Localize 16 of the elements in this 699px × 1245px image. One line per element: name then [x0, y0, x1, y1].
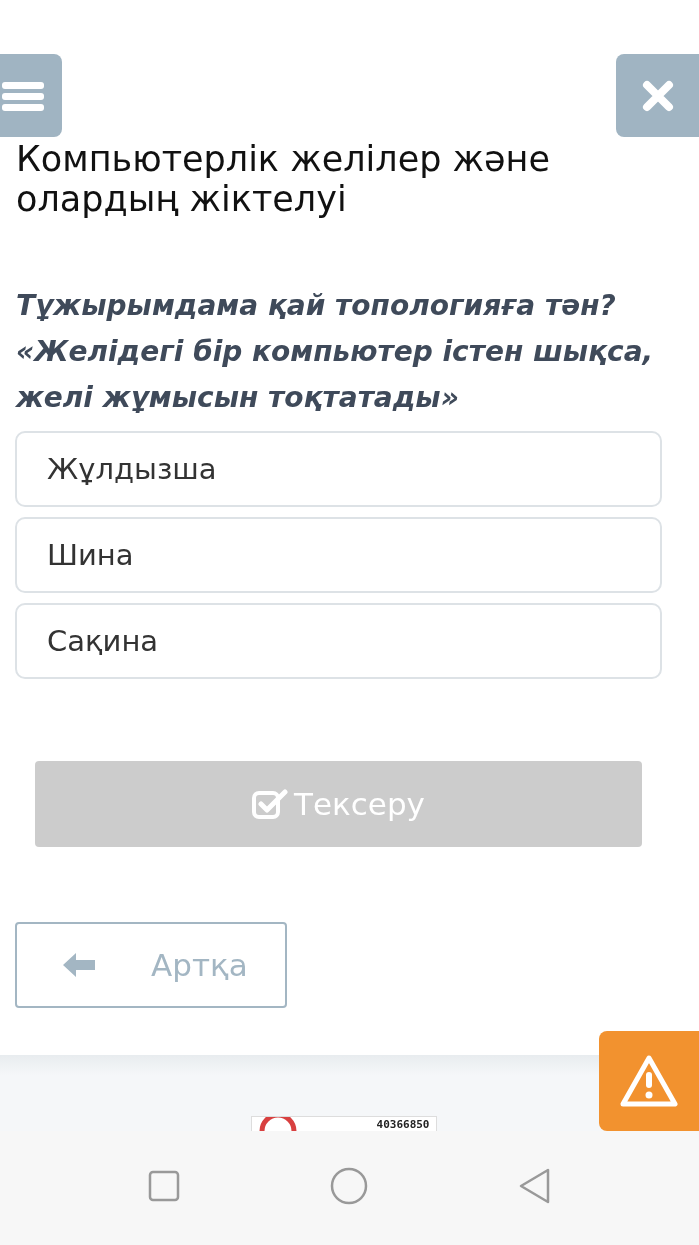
answer-option[interactable]: Шина [15, 517, 662, 593]
answer-option[interactable]: Жұлдызша [15, 431, 662, 507]
arrow-left-icon [61, 951, 97, 979]
lesson-title: Компьютерлік желілер және олардың жіктелуі [16, 139, 552, 219]
close-button[interactable] [616, 54, 699, 137]
answer-option[interactable]: Сақина [15, 603, 662, 679]
menu-button[interactable] [0, 54, 62, 137]
square-nav-icon[interactable] [147, 1170, 180, 1202]
warning-icon [619, 1054, 679, 1108]
badge-number: 40366850 [376, 1119, 430, 1131]
question-text: Тұжырымдама қай топологияға тән? «Желідегі бір компьютер істен шықса, желі жұмысын тоқтатады» [16, 288, 655, 416]
home-nav-icon[interactable] [329, 1167, 368, 1205]
close-icon [640, 78, 675, 113]
report-button[interactable] [599, 1031, 699, 1131]
checkbox-icon [252, 789, 289, 819]
back-nav-icon[interactable] [517, 1168, 552, 1204]
